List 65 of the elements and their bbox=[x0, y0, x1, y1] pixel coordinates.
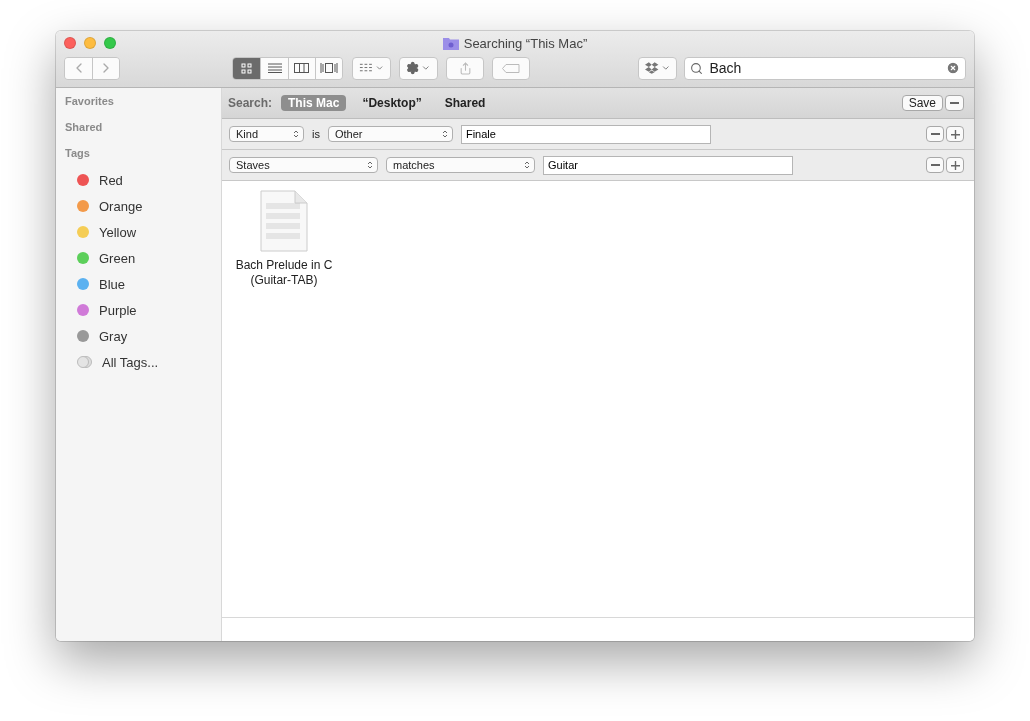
stepper-arrows-icon bbox=[367, 160, 373, 170]
gear-icon bbox=[405, 61, 420, 75]
sidebar-item[interactable]: All Tags... bbox=[65, 349, 159, 375]
scope-button[interactable]: “Desktop” bbox=[355, 95, 429, 111]
sidebar-item[interactable]: Gray bbox=[65, 323, 128, 349]
view-mode-button[interactable] bbox=[260, 57, 288, 79]
sidebar-item[interactable]: Yellow bbox=[65, 219, 137, 245]
sidebar-item[interactable]: Green bbox=[65, 245, 136, 271]
stepper-arrows-icon bbox=[441, 129, 448, 139]
share-icon bbox=[458, 61, 472, 75]
add-criteria-button[interactable] bbox=[946, 126, 964, 142]
stepper-arrows-icon bbox=[524, 160, 530, 170]
columns-icon bbox=[294, 63, 310, 73]
remove-criteria-button[interactable] bbox=[926, 157, 944, 173]
stepper-arrows-icon bbox=[293, 129, 299, 139]
action-button[interactable] bbox=[398, 56, 438, 80]
criteria-popup[interactable]: Other bbox=[327, 126, 453, 142]
remove-criteria-button[interactable] bbox=[926, 126, 944, 142]
document-icon bbox=[260, 190, 308, 252]
plus-icon bbox=[950, 129, 960, 139]
list-icon bbox=[267, 63, 282, 73]
sidebar-item[interactable]: Red bbox=[65, 167, 123, 193]
scope-button[interactable]: Shared bbox=[437, 95, 493, 111]
view-mode-button[interactable] bbox=[233, 57, 261, 79]
view-mode-button[interactable] bbox=[287, 57, 315, 79]
sidebar-item[interactable]: Purple bbox=[65, 297, 137, 323]
tag-icon bbox=[502, 63, 521, 73]
caret-icon bbox=[374, 63, 384, 73]
caret-icon bbox=[421, 63, 431, 73]
add-criteria-button[interactable] bbox=[946, 157, 964, 173]
grid-icon bbox=[241, 62, 253, 74]
sidebar-heading: Favorites bbox=[65, 95, 114, 107]
minus-icon bbox=[950, 102, 959, 104]
arrange-icon bbox=[358, 63, 373, 73]
sidebar-heading: Shared bbox=[65, 121, 103, 133]
zoom-button[interactable] bbox=[104, 37, 116, 49]
plus-icon bbox=[950, 160, 960, 170]
criteria-operator: is bbox=[312, 128, 320, 140]
close-button[interactable] bbox=[64, 37, 76, 49]
criteria-popup[interactable]: matches bbox=[386, 157, 535, 173]
caret-icon bbox=[660, 63, 671, 73]
minus-icon bbox=[930, 133, 940, 135]
sidebar-item[interactable]: Blue bbox=[65, 271, 126, 297]
clear-icon[interactable] bbox=[946, 61, 960, 75]
dropbox-button[interactable] bbox=[638, 56, 678, 80]
overlapping-circles-icon bbox=[77, 356, 92, 368]
cover-flow-icon bbox=[319, 63, 338, 73]
save-button[interactable]: Save bbox=[901, 95, 943, 111]
minus-icon bbox=[930, 164, 940, 166]
search-label: Search: bbox=[228, 96, 273, 110]
criteria-popup[interactable]: Staves bbox=[229, 157, 378, 173]
remove-button[interactable] bbox=[945, 95, 964, 111]
file-item[interactable]: Bach Prelude in C (Guitar-TAB) bbox=[228, 190, 340, 288]
dropbox-icon bbox=[645, 62, 659, 74]
search-field[interactable]: Bach bbox=[684, 56, 966, 80]
criteria-field[interactable]: Guitar bbox=[543, 155, 793, 175]
folder-icon bbox=[442, 36, 459, 50]
view-mode-button[interactable] bbox=[314, 57, 342, 79]
search-icon bbox=[690, 61, 704, 75]
criteria-popup[interactable]: Kind bbox=[229, 126, 304, 142]
window-title: Searching “This Mac” bbox=[463, 35, 588, 51]
sidebar-heading: Tags bbox=[65, 147, 90, 159]
sidebar-item[interactable]: Orange bbox=[65, 193, 143, 219]
criteria-field[interactable]: Finale bbox=[460, 124, 711, 144]
arrange-button[interactable] bbox=[351, 56, 391, 80]
